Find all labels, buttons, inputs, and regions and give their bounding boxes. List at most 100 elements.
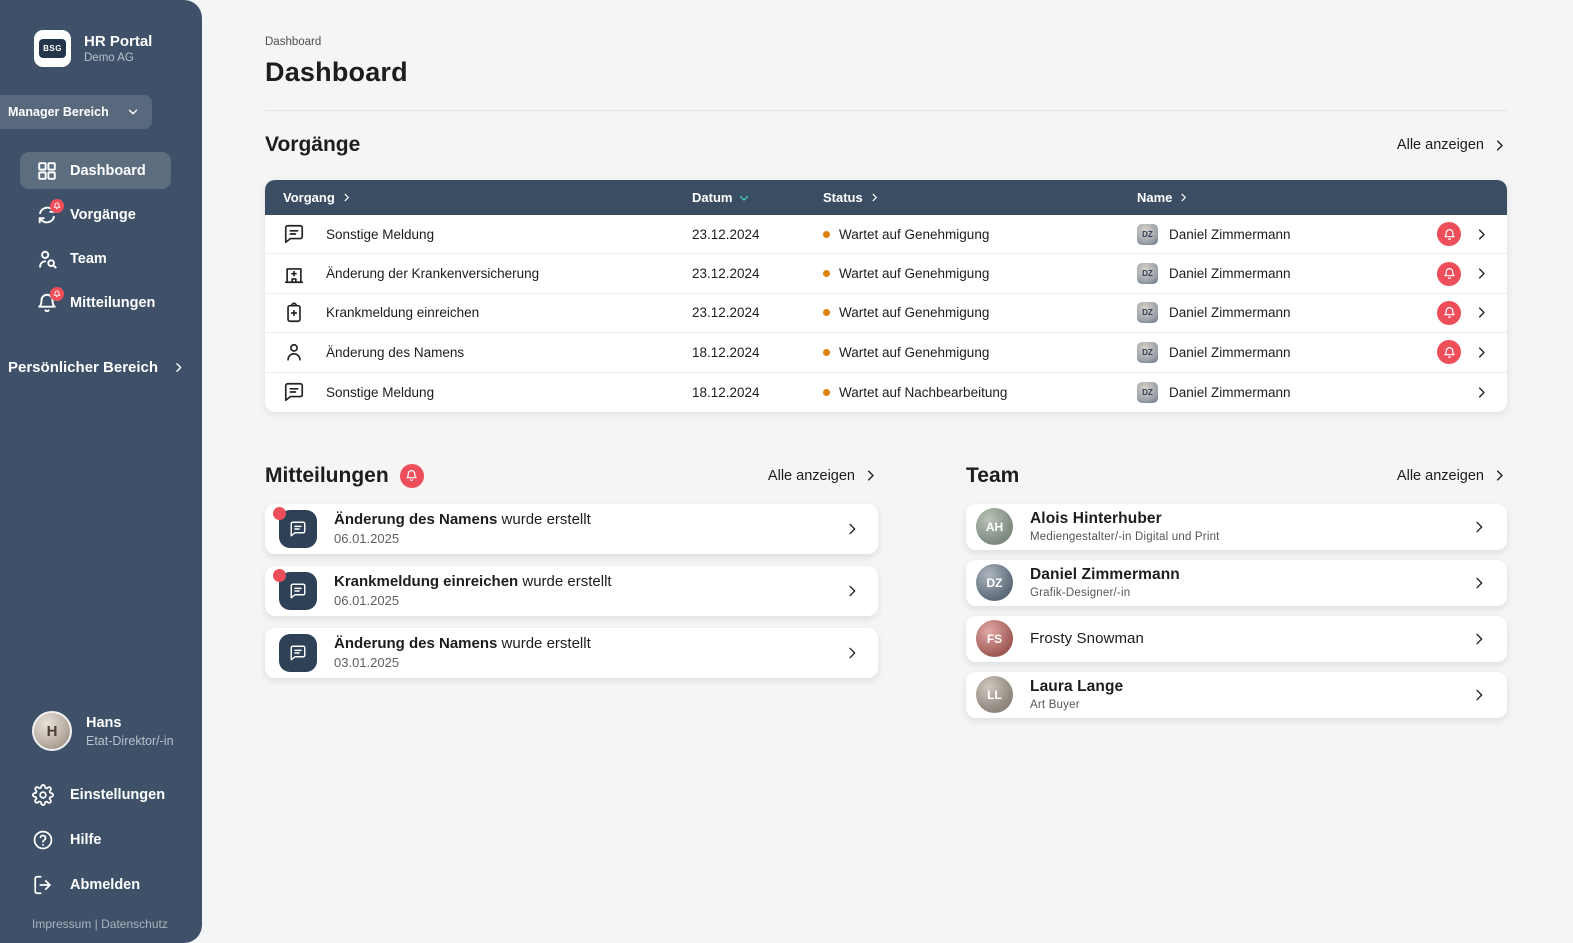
chevron-right-icon [1492,468,1507,483]
sidebar-nav: Dashboard Vorgänge Team [20,152,171,321]
column-header-vorgang[interactable]: Vorgang [283,190,692,205]
notification-title-suffix: wurde erstellt [497,511,590,528]
vorgang-label: Krankmeldung einreichen [326,305,479,320]
scope-switcher-label: Manager Bereich [8,105,109,119]
chevron-right-icon [1474,345,1489,360]
chevron-right-icon [1474,305,1489,320]
alert-bell-button[interactable] [1437,340,1461,364]
sidebar-item-dashboard[interactable]: Dashboard [20,152,171,189]
user-name: Hans [86,715,174,731]
chevron-right-icon [1474,266,1489,281]
notification-title-suffix: wurde erstellt [518,573,611,590]
column-label: Datum [692,190,732,205]
view-all-label: Alle anzeigen [1397,468,1484,484]
sidebar-item-mitteilungen[interactable]: Mitteilungen [20,284,171,321]
avatar: DZ [1137,382,1158,403]
breadcrumb[interactable]: Dashboard [265,36,1507,48]
view-all-team-button[interactable]: Alle anzeigen [1397,468,1507,484]
vorgaenge-table: Vorgang Datum Status Name [265,180,1507,412]
team-member-card[interactable]: DZ Daniel Zimmermann Grafik-Designer/-in [966,560,1507,606]
legal-text[interactable]: Impressum | Datenschutz [32,917,168,931]
person-search-icon [36,248,58,270]
team-member-card[interactable]: LL Laura Lange Art Buyer [966,672,1507,718]
member-role: Mediengestalter/-in Digital und Print [1030,531,1454,543]
view-all-vorgaenge-button[interactable]: Alle anzeigen [1397,137,1507,153]
member-name: Alois Hinterhuber [1030,510,1454,528]
name-label: Daniel Zimmermann [1169,385,1291,400]
sort-chevron-right-icon [341,192,352,203]
chevron-right-icon [844,521,860,537]
alert-bell-button[interactable] [1437,222,1461,246]
sidebar-item-help[interactable]: Hilfe [32,822,202,858]
status-label: Wartet auf Genehmigung [839,227,989,242]
column-header-datum[interactable]: Datum [692,190,823,205]
team-member-card[interactable]: FS Frosty Snowman [966,616,1507,662]
datum-value: 23.12.2024 [692,305,823,320]
sidebar-item-team[interactable]: Team [20,240,171,277]
notification-card[interactable]: Änderung des Namens wurde erstellt 03.01… [265,628,878,678]
vorgang-label: Änderung der Krankenversicherung [326,266,539,281]
chevron-right-icon [1474,227,1489,242]
chevron-down-icon [126,105,140,119]
alert-bell-button[interactable] [1437,301,1461,325]
table-row[interactable]: Änderung der Krankenversicherung 23.12.2… [265,254,1507,293]
name-label: Daniel Zimmermann [1169,305,1291,320]
table-row[interactable]: Krankmeldung einreichen 23.12.2024 Warte… [265,294,1507,333]
unread-dot [273,507,286,520]
vorgaenge-section: Vorgänge Alle anzeigen Vorgang Datum [265,133,1507,412]
sidebar-item-label: Team [70,251,107,267]
sort-chevron-right-icon [1178,192,1189,203]
sidebar-footer-nav: Einstellungen Hilfe Abmelden [32,777,202,903]
person-icon [283,341,305,363]
notification-card[interactable]: Änderung des Namens wurde erstellt 06.01… [265,504,878,554]
status-label: Wartet auf Genehmigung [839,305,989,320]
status-label: Wartet auf Genehmigung [839,266,989,281]
app-title: HR Portal [84,33,152,50]
column-header-name[interactable]: Name [1137,190,1435,205]
scope-switcher-button[interactable]: Manager Bereich [0,95,152,129]
column-label: Name [1137,190,1172,205]
datum-value: 18.12.2024 [692,385,823,400]
alert-bell-button[interactable] [1437,262,1461,286]
chevron-right-icon [1471,631,1487,647]
sync-icon [36,204,58,226]
vorgang-label: Änderung des Namens [326,345,464,360]
gear-icon [32,784,54,806]
sidebar-item-personal-area[interactable]: Persönlicher Bereich [8,359,202,376]
chevron-right-icon [1471,575,1487,591]
sidebar-item-settings[interactable]: Einstellungen [32,777,202,813]
chevron-right-icon [863,468,878,483]
sidebar-item-label: Hilfe [70,832,101,848]
notification-card[interactable]: Krankmeldung einreichen wurde erstellt 0… [265,566,878,616]
notification-title: Änderung des Namens [334,511,497,528]
column-header-status[interactable]: Status [823,190,1137,205]
view-all-mitteilungen-button[interactable]: Alle anzeigen [768,468,878,484]
vorgang-label: Sonstige Meldung [326,385,434,400]
vorgang-label: Sonstige Meldung [326,227,434,242]
notification-date: 03.01.2025 [334,655,827,670]
status-label: Wartet auf Nachbearbeitung [839,385,1007,400]
current-user[interactable]: H Hans Etat-Direktor/-in [32,711,202,751]
team-member-card[interactable]: AH Alois Hinterhuber Mediengestalter/-in… [966,504,1507,550]
table-row[interactable]: Sonstige Meldung 18.12.2024 Wartet auf N… [265,373,1507,412]
sidebar-item-vorgaenge[interactable]: Vorgänge [20,196,171,233]
avatar: FS [976,620,1013,657]
member-name: Laura Lange [1030,678,1454,696]
chevron-right-icon [1474,385,1489,400]
sidebar-bottom: H Hans Etat-Direktor/-in Einstellungen H… [0,711,202,943]
personal-area-label: Persönlicher Bereich [8,359,158,376]
table-row[interactable]: Änderung des Namens 18.12.2024 Wartet au… [265,333,1507,372]
avatar: DZ [1137,302,1158,323]
sidebar-item-logout[interactable]: Abmelden [32,867,202,903]
main-content: Dashboard Dashboard Vorgänge Alle anzeig… [202,0,1573,943]
sidebar-item-label: Einstellungen [70,787,165,803]
message-icon [283,381,305,403]
table-row[interactable]: Sonstige Meldung 23.12.2024 Wartet auf G… [265,215,1507,254]
avatar: LL [976,676,1013,713]
datum-value: 23.12.2024 [692,266,823,281]
status-label: Wartet auf Genehmigung [839,345,989,360]
chevron-right-icon [172,361,185,374]
avatar: DZ [1137,263,1158,284]
user-role: Etat-Direktor/-in [86,734,174,748]
avatar: DZ [976,564,1013,601]
